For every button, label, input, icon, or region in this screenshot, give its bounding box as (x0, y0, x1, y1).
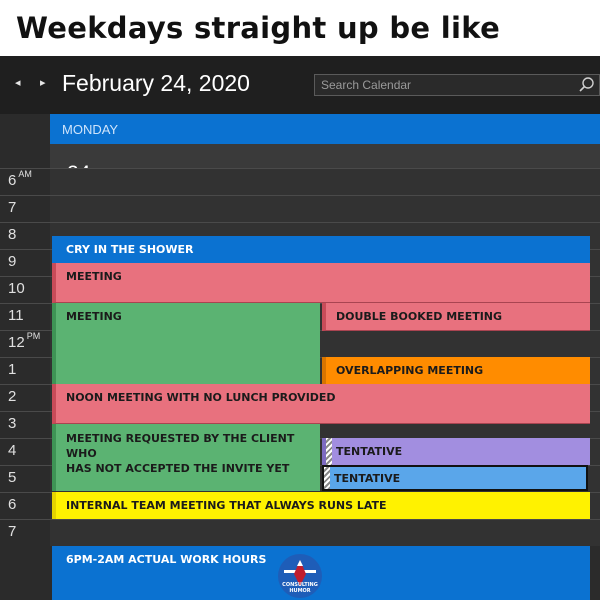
hour-divider (0, 222, 50, 223)
next-day-icon[interactable]: ▸ (40, 76, 46, 89)
search-icon[interactable] (578, 76, 596, 94)
previous-day-icon[interactable]: ◂ (15, 76, 21, 89)
hour-divider (0, 276, 50, 277)
hour-label: 7 (8, 199, 17, 216)
hour-label: 5 (8, 469, 17, 486)
hour-divider (0, 330, 50, 331)
hour-label: 6 (8, 496, 17, 513)
event-cry-in-the-shower[interactable]: CRY IN THE SHOWER (52, 236, 590, 263)
hour-label: 6 AM (8, 169, 32, 189)
hour-divider (0, 492, 50, 493)
hour-divider (0, 303, 50, 304)
time-slot[interactable] (50, 195, 600, 222)
hour-label: 12 PM (8, 331, 41, 351)
hour-divider (0, 411, 50, 412)
event-client-meeting-line1: MEETING REQUESTED BY THE CLIENT WHO (66, 432, 295, 460)
event-internal-team-meeting[interactable]: INTERNAL TEAM MEETING THAT ALWAYS RUNS L… (52, 492, 590, 519)
event-tentative-2[interactable]: TENTATIVE (322, 465, 588, 491)
event-tentative-2-label: TENTATIVE (334, 472, 401, 485)
event-meeting[interactable]: MEETING (52, 263, 590, 303)
hour-label: 7 (8, 523, 17, 540)
hour-divider (0, 465, 50, 466)
hour-divider (0, 519, 50, 520)
event-client-meeting-line2: HAS NOT ACCEPTED THE INVITE YET (66, 462, 290, 475)
hour-row: 6 AM (0, 168, 600, 195)
hour-divider (0, 357, 50, 358)
hour-divider (0, 195, 50, 196)
hour-divider (0, 249, 50, 250)
logo-text-line2: HUMOR (289, 588, 311, 594)
hour-label: 11 (8, 307, 24, 324)
hour-label: 10 (8, 280, 25, 297)
hour-divider (0, 438, 50, 439)
hour-row: 7 (0, 519, 600, 546)
event-tentative-1[interactable]: TENTATIVE (322, 438, 590, 465)
event-tentative-1-label: TENTATIVE (336, 445, 403, 458)
time-grid: 6 AM 7 8 9 10 11 12 PM 1 2 3 4 5 6 7 CRY… (0, 168, 600, 600)
hour-label: 2 (8, 388, 17, 405)
date-title: February 24, 2020 (62, 70, 250, 96)
hour-row: 7 (0, 195, 600, 222)
logo-text: CONSULTING HUMOR (272, 582, 328, 594)
hour-label: 3 (8, 415, 17, 432)
tentative-hatch (324, 467, 330, 489)
event-client-meeting[interactable]: MEETING REQUESTED BY THE CLIENT WHO HAS … (52, 425, 320, 491)
time-slot[interactable] (50, 168, 600, 195)
hour-label: 1 (8, 361, 17, 378)
event-overlapping-meeting[interactable]: OVERLAPPING MEETING (322, 357, 590, 384)
event-noon-meeting[interactable]: NOON MEETING WITH NO LUNCH PROVIDED (52, 384, 590, 424)
hour-label: 8 (8, 226, 17, 243)
calendar-header: ◂ ▸ February 24, 2020 (0, 56, 600, 114)
event-double-booked-meeting[interactable]: DOUBLE BOOKED MEETING (322, 303, 590, 331)
hour-label: 4 (8, 442, 17, 459)
meme-caption: Weekdays straight up be like (0, 0, 600, 56)
hour-divider (0, 384, 50, 385)
day-name: MONDAY (50, 114, 600, 144)
search-input[interactable] (314, 74, 600, 96)
time-slot[interactable] (50, 519, 600, 546)
hour-label: 9 (8, 253, 17, 270)
tentative-hatch (326, 438, 332, 465)
